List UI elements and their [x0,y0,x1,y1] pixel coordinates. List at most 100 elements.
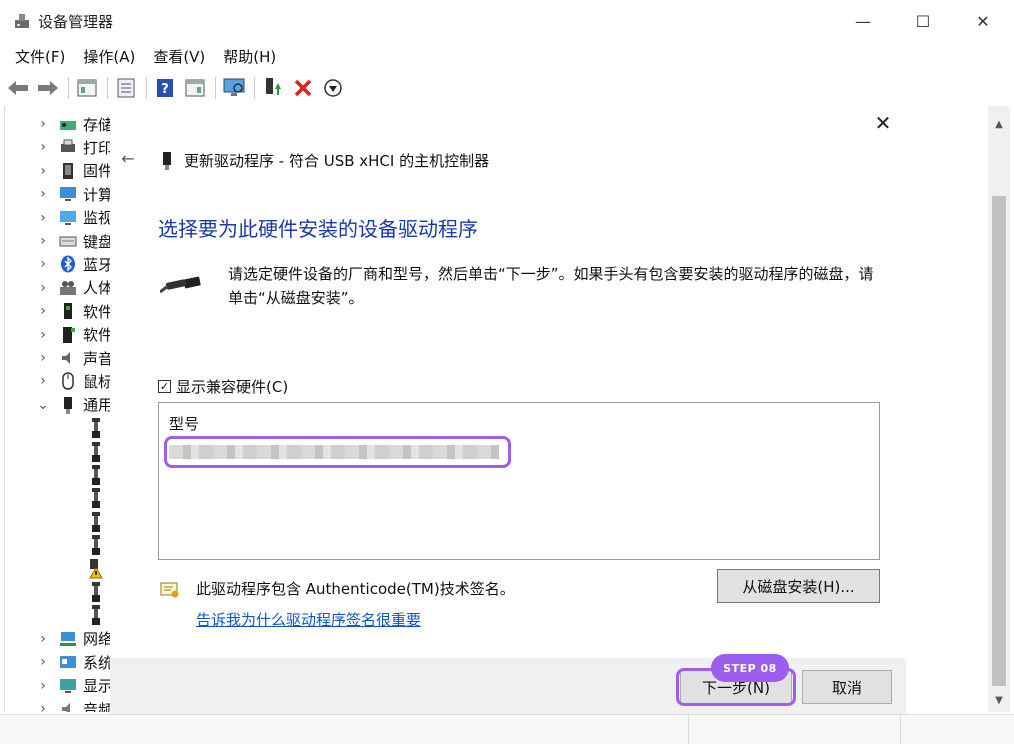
menu-action[interactable]: 操作(A) [74,44,144,69]
usb-device-icon[interactable] [89,604,103,626]
chevron-right-icon[interactable]: › [35,327,51,343]
chevron-right-icon[interactable]: › [35,350,51,366]
chevron-right-icon[interactable]: › [35,163,51,179]
tree-item[interactable]: ⌄ 通用 [5,394,110,416]
tree-item[interactable]: › 计算 [5,183,110,205]
chevron-right-icon[interactable]: › [35,631,51,647]
tree-item-label: 存储 [83,115,110,134]
maximize-button[interactable]: ☐ [900,6,946,36]
display-icon [59,677,77,695]
device-tree: › 存储 › 打印 › 固件 › 计算 › 监视 › 键盘 › 蓝牙 › 人体 › 软件 › 软件 › 声音 › 鼠标 ⌄ 通用 ›… [4,106,110,712]
keyboard-icon [59,232,77,250]
bluetooth-icon [59,255,77,273]
usb-device-icon[interactable] [89,417,103,439]
chevron-right-icon[interactable]: › [35,139,51,155]
scan-hardware-button[interactable] [222,76,246,100]
tree-item[interactable]: › 鼠标 [5,370,110,392]
chevron-right-icon[interactable]: › [35,280,51,296]
chevron-right-icon[interactable]: › [35,116,51,132]
software-component-icon [59,302,77,320]
disable-button[interactable] [321,76,345,100]
usb-icon [59,396,77,414]
chevron-right-icon[interactable]: › [35,256,51,272]
signature-text: 此驱动程序包含 Authenticode(TM)技术签名。 [196,580,515,598]
update-driver-dialog: ✕ ← 更新驱动程序 - 符合 USB xHCI 的主机控制器 选择要为此硬件安… [110,100,906,714]
tree-item-label: 软件 [83,302,110,321]
chevron-right-icon[interactable]: › [35,233,51,249]
usb-device-icon[interactable] [89,511,103,533]
tree-item[interactable]: › 打印 [5,136,110,158]
audio-icon [59,700,77,712]
menu-help[interactable]: 帮助(H) [214,44,285,69]
tree-item[interactable]: › 固件 [5,160,110,182]
toolbar-separator [68,77,69,99]
minimize-button[interactable]: — [840,6,886,36]
dialog-header: 更新驱动程序 - 符合 USB xHCI 的主机控制器 [162,150,489,171]
tree-item[interactable]: › 音频 [5,698,110,712]
toolbar-separator [254,77,255,99]
tree-item[interactable]: › 人体 [5,277,110,299]
dialog-close-button[interactable]: ✕ [870,110,896,136]
chevron-right-icon[interactable]: › [35,303,51,319]
view-icon [185,79,205,97]
properties-button[interactable] [75,76,99,100]
forward-button[interactable] [36,76,60,100]
certificate-icon [160,582,179,598]
tree-item[interactable]: › 软件 [5,300,110,322]
tree-item[interactable]: › 软件 [5,324,110,346]
menu-view[interactable]: 查看(V) [144,44,214,69]
tree-item[interactable]: › 蓝牙 [5,253,110,275]
cancel-button[interactable]: 取消 [802,670,892,704]
scroll-up-icon[interactable]: ▲ [988,114,1010,134]
vertical-scrollbar[interactable]: ▲ ▼ [988,106,1010,712]
chevron-right-icon[interactable]: › [35,373,51,389]
system-icon [59,653,77,671]
tree-item[interactable]: › 声音 [5,347,110,369]
usb-warning-icon[interactable] [89,558,103,580]
signature-info-link[interactable]: 告诉我为什么驱动程序签名很重要 [196,609,421,630]
show-hide-button[interactable] [114,76,138,100]
usb-device-icon[interactable] [89,464,103,486]
window-title: 设备管理器 [38,13,114,31]
uninstall-button[interactable] [291,76,315,100]
back-arrow-icon[interactable]: ← [118,148,138,168]
chevron-right-icon[interactable]: › [35,678,51,694]
show-hide-icon [117,78,135,98]
back-button[interactable] [6,76,30,100]
tree-item[interactable]: › 系统 [5,651,110,673]
have-disk-button[interactable]: 从磁盘安装(H)... [717,569,880,603]
step-badge: STEP 08 [711,654,789,682]
status-bar [0,714,1014,744]
tree-item-label: 人体 [83,279,110,298]
tree-item-label: 通用 [83,396,110,415]
compat-hardware-checkbox[interactable]: ✓ 显示兼容硬件(C) [158,376,288,397]
close-button[interactable]: ✕ [960,6,1006,36]
menu-file[interactable]: 文件(F) [6,44,74,69]
model-listbox[interactable]: 型号 [158,402,880,560]
chevron-right-icon[interactable]: › [35,654,51,670]
chevron-right-icon[interactable]: › [35,186,51,202]
help-button[interactable]: ? [153,76,177,100]
scroll-thumb[interactable] [992,196,1006,686]
toolbar-separator [107,77,108,99]
tree-item[interactable]: › 键盘 [5,230,110,252]
tree-item[interactable]: › 显示 [5,675,110,697]
minimize-icon: — [855,11,871,31]
chevron-right-icon[interactable]: › [35,701,51,712]
chevron-down-icon[interactable]: ⌄ [35,397,51,413]
usb-device-icon[interactable] [89,487,103,509]
usb-device-icon[interactable] [89,581,103,603]
scroll-down-icon[interactable]: ▼ [988,690,1010,710]
tree-item[interactable]: › 网络 [5,628,110,650]
view-button[interactable] [183,76,207,100]
close-icon: ✕ [976,11,990,31]
mouse-icon [59,372,77,391]
chevron-right-icon[interactable]: › [35,210,51,226]
update-driver-button[interactable] [261,76,285,100]
usb-device-icon[interactable] [89,534,103,556]
dialog-header-text: 更新驱动程序 - 符合 USB xHCI 的主机控制器 [184,152,490,170]
tree-item[interactable]: › 监视 [5,207,110,229]
title-bar: 设备管理器 — ☐ ✕ [0,0,1014,42]
tree-item[interactable]: › 存储 [5,113,110,135]
usb-device-icon[interactable] [89,441,103,463]
